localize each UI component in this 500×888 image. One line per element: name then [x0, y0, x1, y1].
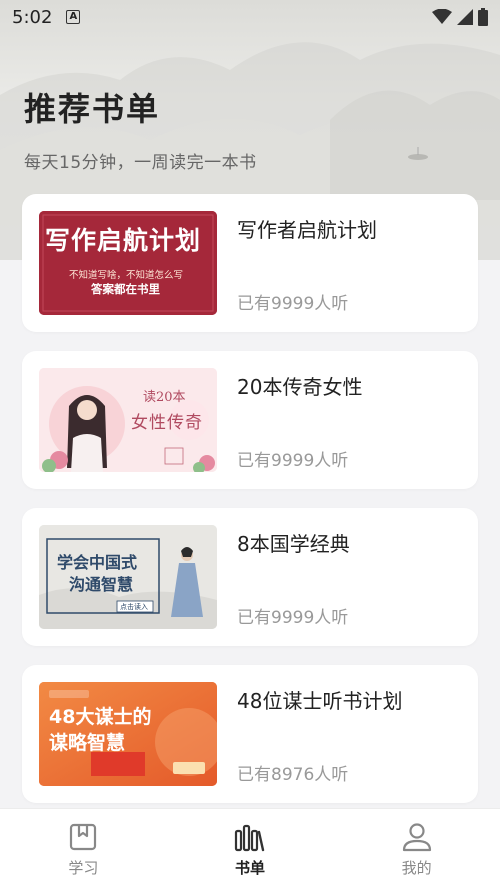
- notification-icon: A: [66, 10, 81, 24]
- tab-label: 书单: [235, 859, 266, 877]
- cover-line: 不知道写啥，不知道怎么写: [69, 270, 184, 281]
- status-bar: 5:02 A: [0, 0, 500, 34]
- booklist-cover: 写作启航计划 不知道写啥，不知道怎么写 答案都在书里: [39, 211, 217, 315]
- booklist-card-strategists[interactable]: 48大谋士的 谋略智慧 48位谋士听书计划 已有8976人听: [22, 665, 478, 803]
- status-time: 5:02: [12, 6, 53, 28]
- cover-headline: 女性传奇: [131, 413, 203, 433]
- cover-cta: 点击读入: [120, 603, 148, 611]
- bottom-tab-bar: 学习 书单 我的: [0, 808, 500, 888]
- booklist-cover: 读20本 女性传奇: [39, 368, 217, 472]
- booklist-card-writers[interactable]: 写作启航计划 不知道写啥，不知道怎么写 答案都在书里 写作者启航计划 已有999…: [22, 194, 478, 332]
- cover-headline-top: 读20本: [143, 390, 186, 405]
- page-header: 推荐书单 每天15分钟，一周读完一本书: [24, 84, 257, 173]
- cover-headline: 沟通智慧: [69, 575, 134, 594]
- listener-count: 已有8976人听: [237, 765, 349, 785]
- page-subtitle: 每天15分钟，一周读完一本书: [24, 153, 257, 173]
- tab-label: 我的: [401, 859, 432, 877]
- cover-headline: 谋略智慧: [49, 732, 126, 754]
- listener-count: 已有9999人听: [237, 608, 349, 628]
- booklist-title: 48位谋士听书计划: [237, 689, 403, 713]
- cover-headline: 48大谋士的: [49, 706, 152, 728]
- battery-icon: [478, 8, 488, 26]
- wifi-icon: [432, 9, 452, 24]
- listener-count: 已有9999人听: [237, 451, 349, 471]
- booklist-title: 写作者启航计划: [237, 218, 377, 242]
- cover-line: 答案都在书里: [91, 282, 160, 296]
- signal-icon: [457, 9, 473, 25]
- booklist-card-women[interactable]: 读20本 女性传奇 20本传奇女性 已有9999人听: [22, 351, 478, 489]
- cover-headline: 写作启航计划: [45, 226, 202, 255]
- booklist-cover: 48大谋士的 谋略智慧: [39, 682, 217, 786]
- page-title: 推荐书单: [24, 90, 161, 128]
- cover-headline: 学会中国式: [57, 553, 138, 572]
- tab-label: 学习: [68, 859, 99, 877]
- booklist-title: 8本国学经典: [237, 532, 350, 556]
- bookmark-book-icon: [70, 823, 97, 851]
- booklist-cover: 学会中国式 沟通智慧 点击读入: [39, 525, 217, 629]
- person-icon: [402, 823, 431, 852]
- tab-profile[interactable]: 我的: [333, 809, 500, 888]
- tab-study[interactable]: 学习: [0, 809, 167, 888]
- booklist-title: 20本传奇女性: [237, 375, 363, 399]
- bookshelf-icon: [234, 824, 265, 852]
- booklist-list: 写作启航计划 不知道写啥，不知道怎么写 答案都在书里 写作者启航计划 已有999…: [22, 194, 478, 822]
- booklist-card-classics[interactable]: 学会中国式 沟通智慧 点击读入 8本国学经典 已有9999人听: [22, 508, 478, 646]
- tab-booklist[interactable]: 书单: [167, 809, 334, 888]
- listener-count: 已有9999人听: [237, 294, 349, 314]
